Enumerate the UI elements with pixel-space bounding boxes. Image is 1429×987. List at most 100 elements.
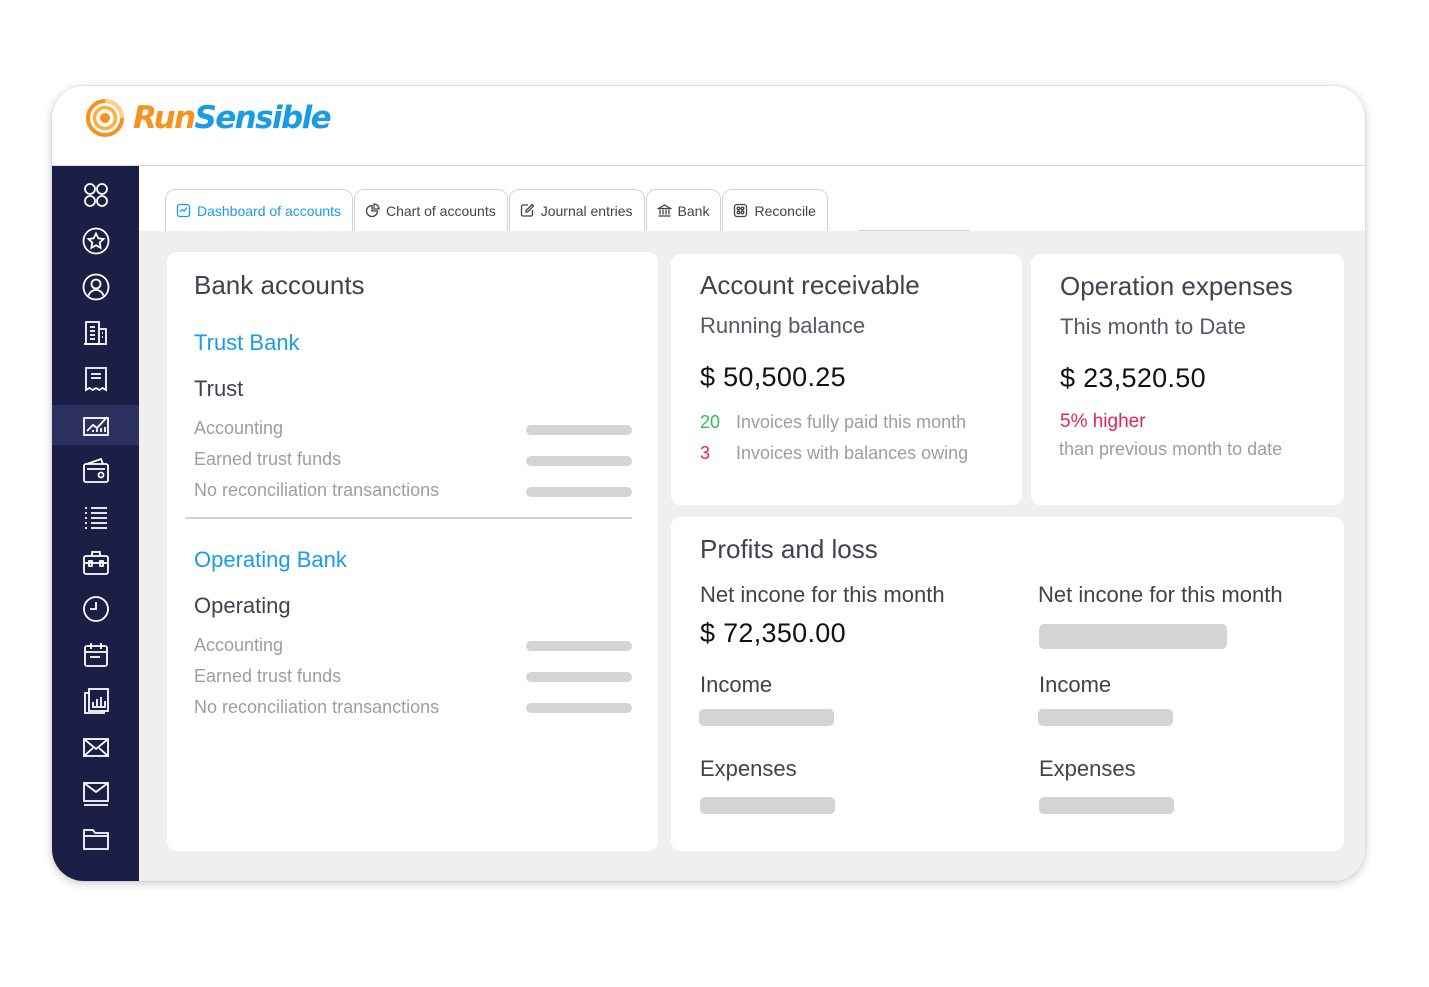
card-title: Account receivable	[700, 270, 920, 300]
dashboard-panel: Bank accounts Trust Bank Trust Accountin…	[139, 231, 1365, 881]
tab-bank[interactable]: Bank	[645, 189, 722, 231]
trust-row-earned-funds: Earned trust funds	[194, 449, 342, 469]
account-receivable-card: Account receivable Running balance $ 50,…	[671, 254, 1022, 505]
value-placeholder	[526, 641, 632, 651]
tab-label: Bank	[677, 202, 710, 219]
folder-icon	[82, 829, 109, 850]
sidebar-item-matters[interactable]	[52, 543, 139, 583]
sidebar-item-accounting[interactable]	[52, 405, 139, 445]
sidebar-item-contacts[interactable]	[52, 267, 139, 307]
sidebar-item-inbox[interactable]	[52, 773, 139, 813]
building-icon	[83, 321, 107, 345]
sidebar-item-firm[interactable]	[52, 313, 139, 353]
sidebar-item-favorites[interactable]	[52, 221, 139, 261]
owing-count: 3	[700, 443, 711, 463]
trust-row-no-reconciliation: No reconciliation transanctions	[194, 480, 440, 500]
operating-bank-link[interactable]: Operating Bank	[194, 547, 347, 573]
list-icon	[84, 507, 107, 529]
income-label: Income	[700, 672, 773, 697]
value-placeholder	[526, 456, 632, 466]
sidebar-item-wallet[interactable]	[52, 451, 139, 491]
expenses-label-compare: Expenses	[1039, 756, 1136, 781]
clock-icon	[82, 596, 109, 622]
profits-and-loss-card: Profits and loss Net incone for this mon…	[671, 517, 1344, 851]
apps-grid-icon	[83, 183, 108, 207]
value-placeholder	[526, 672, 632, 682]
sidebar	[52, 166, 139, 881]
content-area: Dashboard of accounts Chart of accounts …	[139, 166, 1365, 881]
calendar-icon	[83, 643, 108, 667]
star-badge-icon	[82, 227, 109, 255]
tab-journal-entries[interactable]: Journal entries	[508, 189, 645, 231]
pie-chart-icon	[365, 203, 380, 218]
card-subtitle: Running balance	[700, 313, 866, 338]
value-placeholder	[526, 703, 632, 713]
tab-label: Journal entries	[540, 202, 633, 219]
app-window: RunSensible Dashboard of accounts Chart …	[52, 86, 1365, 881]
value-placeholder	[700, 797, 835, 814]
net-income-label: Net incone for this month	[700, 582, 945, 607]
owing-label: Invoices with balances owing	[736, 443, 969, 463]
operating-row-no-reconciliation: No reconciliation transanctions	[194, 697, 440, 717]
sidebar-item-apps[interactable]	[52, 175, 139, 215]
contact-icon	[82, 273, 109, 301]
dashboard-icon	[176, 203, 191, 218]
operating-type-label: Operating	[194, 593, 291, 618]
reports-icon	[83, 688, 109, 714]
expenses-amount: $ 23,520.50	[1060, 363, 1206, 393]
sidebar-item-reports[interactable]	[52, 681, 139, 721]
value-placeholder	[1038, 709, 1173, 726]
paid-invoices-row: 20 Invoices fully paid this month	[700, 412, 1020, 433]
logo-mark-icon	[86, 99, 124, 137]
sidebar-item-tasks[interactable]	[52, 497, 139, 537]
edit-icon	[520, 203, 535, 217]
briefcase-icon	[82, 551, 109, 575]
card-title: Operation expenses	[1060, 271, 1293, 301]
receivable-amount: $ 50,500.25	[700, 362, 846, 392]
owing-invoices-row: 3 Invoices with balances owing	[700, 443, 1020, 464]
card-title: Profits and loss	[700, 534, 878, 564]
app-header: RunSensible	[52, 86, 1365, 166]
mail-icon	[82, 738, 109, 757]
sidebar-item-documents[interactable]	[52, 819, 139, 859]
sidebar-item-time[interactable]	[52, 589, 139, 629]
trust-type-label: Trust	[194, 376, 244, 401]
operating-row-accounting: Accounting	[194, 635, 284, 655]
paid-count: 20	[700, 412, 721, 432]
value-placeholder	[1039, 624, 1227, 649]
value-placeholder	[699, 709, 834, 726]
expenses-label: Expenses	[700, 756, 797, 781]
paid-label: Invoices fully paid this month	[736, 412, 967, 432]
wallet-icon	[82, 457, 109, 483]
trust-row-accounting: Accounting	[194, 418, 284, 438]
value-placeholder	[526, 487, 632, 497]
change-percent: 5% higher	[1060, 411, 1146, 432]
trust-bank-link[interactable]: Trust Bank	[194, 330, 300, 356]
bank-accounts-card: Bank accounts Trust Bank Trust Accountin…	[167, 252, 658, 851]
operating-row-earned-funds: Earned trust funds	[194, 666, 342, 686]
tab-label: Chart of accounts	[385, 202, 496, 219]
net-income-label-compare: Net incone for this month	[1038, 582, 1283, 607]
tab-label: Reconcile	[754, 202, 816, 219]
brand-logo[interactable]: RunSensible	[85, 96, 332, 140]
operation-expenses-card: Operation expenses This month to Date $ …	[1031, 254, 1344, 505]
value-placeholder	[526, 425, 632, 435]
inbox-mail-icon	[82, 782, 109, 806]
card-subtitle: This month to Date	[1060, 314, 1246, 339]
income-label-compare: Income	[1039, 672, 1112, 697]
net-income-amount: $ 72,350.00	[700, 618, 846, 648]
tab-reconcile[interactable]: Reconcile	[722, 189, 828, 231]
value-placeholder	[1039, 797, 1174, 814]
accounting-chart-icon	[82, 416, 109, 436]
tab-chart-of-accounts[interactable]: Chart of accounts	[353, 189, 508, 231]
tab-bar: Dashboard of accounts Chart of accounts …	[165, 189, 829, 231]
section-divider	[185, 517, 632, 519]
card-title: Bank accounts	[194, 270, 365, 300]
sidebar-item-mail[interactable]	[52, 727, 139, 767]
brand-name: RunSensible	[133, 100, 332, 136]
receipt-icon	[84, 367, 107, 392]
tab-dashboard-of-accounts[interactable]: Dashboard of accounts	[165, 189, 353, 231]
sidebar-item-calendar[interactable]	[52, 635, 139, 675]
sidebar-item-billing[interactable]	[52, 359, 139, 399]
change-note: than previous month to date	[1059, 439, 1283, 459]
